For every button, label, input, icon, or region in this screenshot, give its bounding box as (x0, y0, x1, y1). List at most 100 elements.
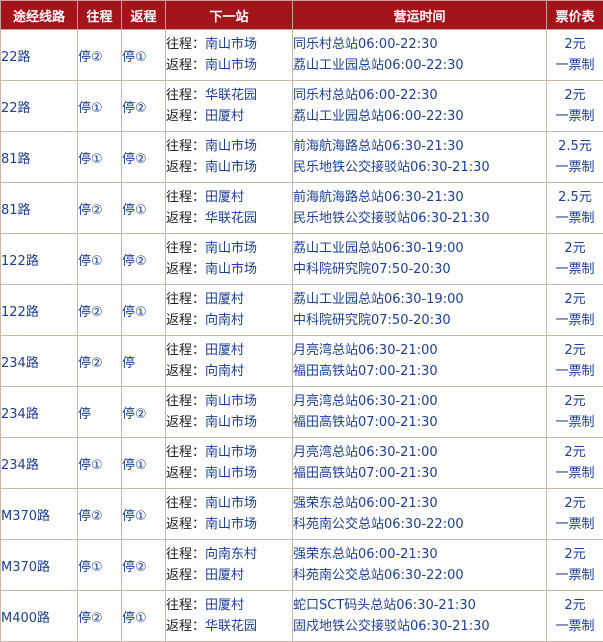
hours-cell: 月亮湾总站06:30-21:00 福田高铁站07:00-21:30 (293, 387, 547, 438)
table-row: M400路 停② 停① 往程：田厦村 返程：华联花园 蛇口SCT码头总站06:3… (1, 591, 603, 642)
route-name[interactable]: 234路 (1, 438, 78, 489)
hours-line-1: 同乐村总站06:00-22:30 (293, 34, 546, 55)
table-row: 81路 停② 停① 往程：田厦村 返程：华联花园 前海航海路总站06:30-21… (1, 183, 603, 234)
fare-type: 一票制 (547, 106, 603, 127)
outbound-stop: 停① (78, 81, 122, 132)
next-stop-cell: 往程：南山市场 返程：南山市场 (166, 132, 293, 183)
next-stop-outbound: 向南东村 (205, 547, 257, 562)
table-row: 122路 停② 停① 往程：田厦村 返程：向南村 荔山工业园总站06:30-19… (1, 285, 603, 336)
route-name[interactable]: 22路 (1, 30, 78, 81)
route-name[interactable]: 122路 (1, 234, 78, 285)
price-cell: 2元 一票制 (547, 234, 603, 285)
price-value: 2元 (547, 493, 603, 514)
route-name[interactable]: 81路 (1, 183, 78, 234)
return-label: 返程： (166, 568, 205, 583)
hours-line-1: 强荣东总站06:00-21:30 (293, 493, 546, 514)
next-stop-cell: 往程：南山市场 返程：南山市场 (166, 387, 293, 438)
price-cell: 2元 一票制 (547, 336, 603, 387)
table-row: 22路 停① 停② 往程：华联花园 返程：田厦村 同乐村总站06:00-22:3… (1, 81, 603, 132)
next-stop-cell: 往程：南山市场 返程：南山市场 (166, 438, 293, 489)
route-name[interactable]: 81路 (1, 132, 78, 183)
header-return: 返程 (122, 1, 166, 30)
next-stop-cell: 往程：田厦村 返程：向南村 (166, 285, 293, 336)
route-name[interactable]: 122路 (1, 285, 78, 336)
return-stop: 停① (122, 438, 166, 489)
hours-line-2: 福田高铁站07:00-21:30 (293, 412, 546, 433)
hours-line-1: 月亮湾总站06:30-21:00 (293, 442, 546, 463)
price-value: 2.5元 (547, 136, 603, 157)
fare-type: 一票制 (547, 208, 603, 229)
price-cell: 2元 一票制 (547, 438, 603, 489)
return-label: 返程： (166, 364, 205, 379)
outbound-stop: 停① (78, 438, 122, 489)
outbound-stop: 停② (78, 336, 122, 387)
hours-line-2: 科苑南公交总站06:30-22:00 (293, 514, 546, 535)
outbound-stop: 停① (78, 234, 122, 285)
price-value: 2元 (547, 391, 603, 412)
price-cell: 2元 一票制 (547, 540, 603, 591)
return-label: 返程： (166, 517, 205, 532)
hours-line-2: 福田高铁站07:00-21:30 (293, 463, 546, 484)
fare-type: 一票制 (547, 55, 603, 76)
hours-cell: 荔山工业园总站06:30-19:00 中科院研究院07:50-20:30 (293, 285, 547, 336)
outbound-stop: 停 (78, 387, 122, 438)
return-label: 返程： (166, 415, 205, 430)
next-stop-cell: 往程：南山市场 返程：南山市场 (166, 30, 293, 81)
route-name[interactable]: 234路 (1, 387, 78, 438)
next-stop-return: 向南村 (205, 364, 244, 379)
next-stop-cell: 往程：田厦村 返程：华联花园 (166, 591, 293, 642)
price-value: 2元 (547, 85, 603, 106)
hours-line-2: 福田高铁站07:00-21:30 (293, 361, 546, 382)
next-stop-return: 南山市场 (205, 415, 257, 430)
next-stop-return: 南山市场 (205, 160, 257, 175)
outbound-label: 往程： (166, 343, 205, 358)
return-label: 返程： (166, 313, 205, 328)
table-row: M370路 停② 停① 往程：南山市场 返程：南山市场 强荣东总站06:00-2… (1, 489, 603, 540)
outbound-label: 往程： (166, 292, 205, 307)
next-stop-outbound: 华联花园 (205, 88, 257, 103)
hours-line-1: 前海航海路总站06:30-21:30 (293, 187, 546, 208)
next-stop-return: 南山市场 (205, 58, 257, 73)
hours-line-2: 固戍地铁公交接驳站06:30-21:30 (293, 616, 546, 637)
route-name[interactable]: M370路 (1, 540, 78, 591)
outbound-label: 往程： (166, 139, 205, 154)
outbound-stop: 停② (78, 183, 122, 234)
hours-cell: 前海航海路总站06:30-21:30 民乐地铁公交接驳站06:30-21:30 (293, 183, 547, 234)
price-cell: 2.5元 一票制 (547, 132, 603, 183)
hours-line-1: 荔山工业园总站06:30-19:00 (293, 289, 546, 310)
hours-line-1: 蛇口SCT码头总站06:30-21:30 (293, 595, 546, 616)
next-stop-outbound: 南山市场 (205, 139, 257, 154)
next-stop-cell: 往程：向南东村 返程：田厦村 (166, 540, 293, 591)
table-row: 22路 停② 停① 往程：南山市场 返程：南山市场 同乐村总站06:00-22:… (1, 30, 603, 81)
return-stop: 停② (122, 132, 166, 183)
hours-line-2: 中科院研究院07:50-20:30 (293, 310, 546, 331)
hours-line-1: 月亮湾总站06:30-21:00 (293, 391, 546, 412)
route-name[interactable]: 22路 (1, 81, 78, 132)
hours-cell: 强荣东总站06:00-21:30 科苑南公交总站06:30-22:00 (293, 540, 547, 591)
return-stop: 停② (122, 540, 166, 591)
next-stop-cell: 往程：田厦村 返程：华联花园 (166, 183, 293, 234)
price-cell: 2元 一票制 (547, 81, 603, 132)
hours-line-1: 强荣东总站06:00-21:30 (293, 544, 546, 565)
price-cell: 2元 一票制 (547, 489, 603, 540)
route-name[interactable]: M400路 (1, 591, 78, 642)
outbound-label: 往程： (166, 496, 205, 511)
price-value: 2.5元 (547, 187, 603, 208)
return-stop: 停① (122, 30, 166, 81)
next-stop-outbound: 南山市场 (205, 394, 257, 409)
outbound-stop: 停① (78, 540, 122, 591)
next-stop-outbound: 田厦村 (205, 190, 244, 205)
next-stop-return: 田厦村 (205, 568, 244, 583)
route-name[interactable]: M370路 (1, 489, 78, 540)
outbound-stop: 停② (78, 591, 122, 642)
next-stop-cell: 往程：南山市场 返程：南山市场 (166, 234, 293, 285)
hours-cell: 同乐村总站06:00-22:30 荔山工业园总站06:00-22:30 (293, 30, 547, 81)
hours-cell: 月亮湾总站06:30-21:00 福田高铁站07:00-21:30 (293, 438, 547, 489)
return-stop: 停 (122, 336, 166, 387)
fare-type: 一票制 (547, 565, 603, 586)
return-label: 返程： (166, 160, 205, 175)
price-cell: 2元 一票制 (547, 591, 603, 642)
route-name[interactable]: 234路 (1, 336, 78, 387)
table-row: 234路 停② 停 往程：田厦村 返程：向南村 月亮湾总站06:30-21:00… (1, 336, 603, 387)
next-stop-return: 华联花园 (205, 619, 257, 634)
